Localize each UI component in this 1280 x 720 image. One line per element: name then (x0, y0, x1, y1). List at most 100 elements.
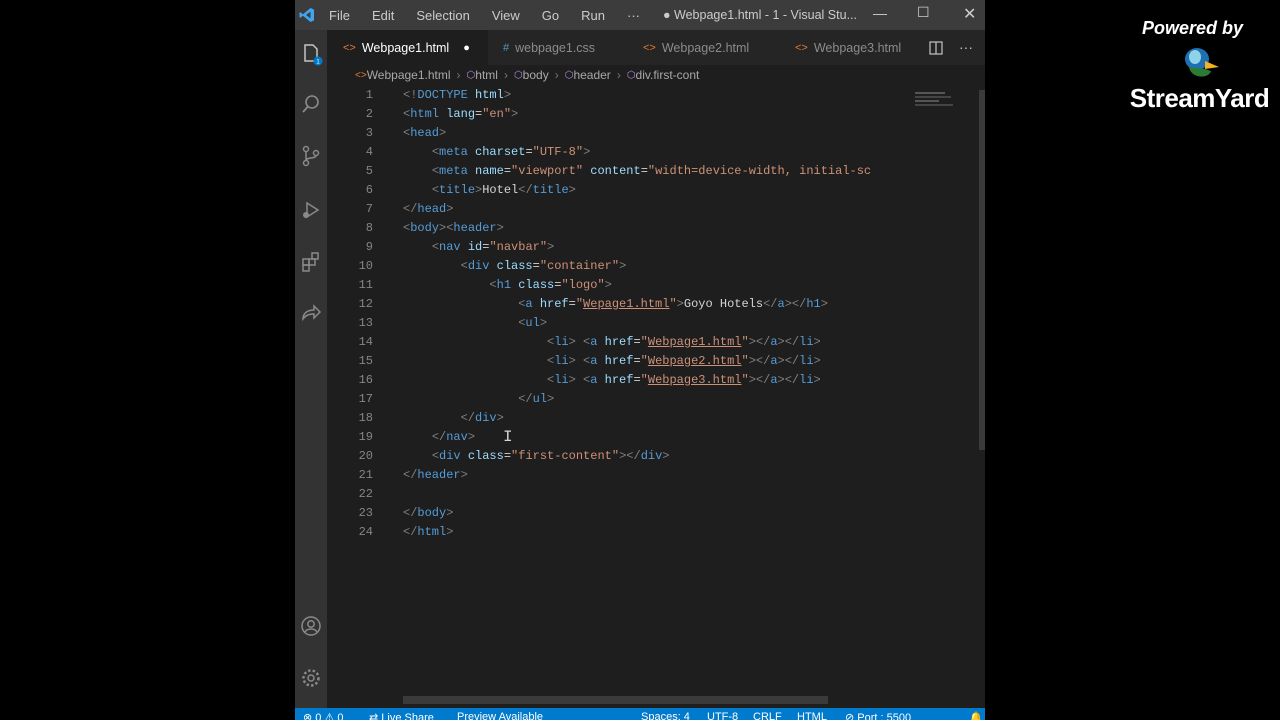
code-token: href (604, 354, 634, 368)
code-token: li (799, 373, 814, 387)
live-share-label: Live Share (381, 712, 434, 720)
notifications-bell-icon[interactable]: 🔔 (969, 711, 983, 720)
menu-item[interactable]: Go (542, 8, 559, 23)
code-token: "UTF-8" (532, 145, 584, 159)
code-token: id (467, 240, 483, 254)
indentation-status[interactable]: Spaces: 4 (641, 711, 690, 720)
more-actions-icon[interactable]: ··· (959, 39, 973, 55)
code-token: meta (439, 164, 468, 178)
code-token: ul (532, 392, 548, 406)
code-token: < (431, 449, 440, 463)
code-text: <li> <a href="Webpage2.html"></a></li> (403, 352, 821, 371)
code-text: <div class="first-content"></div> (403, 447, 670, 466)
code-token: < (489, 278, 497, 292)
menu-item[interactable]: Selection (416, 8, 469, 23)
code-token: </ (518, 183, 533, 197)
tab-webpage3-html[interactable]: <> Webpage3.html (795, 30, 901, 65)
split-editor-icon[interactable] (929, 41, 943, 55)
menu-overflow-icon[interactable]: ··· (627, 8, 640, 23)
maximize-icon[interactable]: ☐ (917, 4, 930, 21)
menu-item[interactable]: File (329, 8, 350, 23)
breadcrumb-item[interactable]: body (523, 68, 549, 82)
code-token: </ (518, 392, 533, 406)
unsaved-dot-icon[interactable]: ● (463, 42, 470, 54)
code-text: </body> (403, 504, 453, 523)
code-token: Goyo Hotels (683, 297, 764, 311)
code-text: <!DOCTYPE html> (403, 86, 511, 105)
mouse-ibeam-cursor: I (503, 428, 513, 446)
tab-webpage1-html[interactable]: <> Webpage1.html ● (327, 30, 488, 65)
vscode-logo-icon (299, 8, 314, 22)
horizontal-scrollbar[interactable] (403, 696, 828, 704)
breadcrumb-separator: › (456, 68, 461, 82)
minimap[interactable] (915, 90, 955, 120)
code-token: > (619, 259, 627, 273)
code-token: > (583, 145, 591, 159)
code-text: </ul> (403, 390, 554, 409)
code-token: </ (403, 525, 418, 539)
line-number: 15 (358, 354, 373, 368)
code-text: <div class="container"> (403, 257, 627, 276)
live-share-status[interactable]: ⇄ Live Share (369, 711, 434, 720)
live-share-icon[interactable] (299, 302, 323, 326)
menu-item[interactable]: Run (581, 8, 605, 23)
code-token: charset (475, 145, 526, 159)
code-editor[interactable]: 1 <!DOCTYPE html> 2 <html lang="en"> 3 <head>… (327, 86, 985, 706)
code-token: > (539, 316, 548, 330)
code-token: title (439, 183, 476, 197)
settings-gear-icon[interactable] (299, 666, 323, 690)
code-token: html (417, 525, 447, 539)
breadcrumb-item[interactable]: header (573, 68, 610, 82)
account-icon[interactable] (299, 614, 323, 638)
tab-webpage2-html[interactable]: <> Webpage2.html (643, 30, 749, 65)
html-file-icon: <> (643, 41, 656, 54)
line-number: 3 (365, 126, 373, 140)
breadcrumb-item[interactable]: Webpage1.html (367, 68, 451, 82)
encoding-status[interactable]: UTF-8 (707, 711, 738, 720)
code-token: ></ (777, 354, 800, 368)
language-mode-status[interactable]: HTML (797, 711, 827, 720)
run-debug-icon[interactable] (299, 198, 323, 222)
search-icon[interactable] (299, 92, 323, 116)
code-token: " (575, 297, 584, 311)
source-control-icon[interactable] (299, 144, 323, 168)
live-server-status[interactable]: ⊘ Port : 5500 (845, 711, 911, 720)
menu-item[interactable]: View (492, 8, 520, 23)
tab-webpage1-css[interactable]: # webpage1.css (503, 30, 595, 65)
code-token: </ (763, 297, 778, 311)
port-label: Port : 5500 (857, 712, 912, 720)
vertical-scrollbar[interactable] (979, 90, 985, 450)
code-token: < (460, 259, 468, 273)
code-token: href (604, 335, 634, 349)
line-number: 4 (365, 145, 373, 159)
close-icon[interactable]: ✕ (963, 4, 976, 24)
minimize-icon[interactable]: — (873, 5, 887, 21)
explorer-icon[interactable]: 1 (299, 42, 323, 66)
tab-label: webpage1.css (515, 40, 596, 55)
code-token: html (410, 107, 440, 121)
code-token: content (590, 164, 641, 178)
code-token: head (410, 126, 440, 140)
eol-status[interactable]: CRLF (753, 711, 782, 720)
code-token: "navbar" (489, 240, 548, 254)
code-token: ></ (619, 449, 641, 463)
code-token: body (417, 506, 447, 520)
preview-status[interactable]: Preview Available (457, 711, 543, 720)
code-token: " (669, 297, 677, 311)
problems-indicator[interactable]: ⊗ 0 ⚠ 0 (303, 711, 343, 720)
window-title: ● Webpage1.html - 1 - Visual Stu... (663, 8, 857, 22)
menu-item[interactable]: Edit (372, 8, 394, 23)
extensions-icon[interactable] (299, 250, 323, 274)
code-token: body (410, 221, 440, 235)
code-text: <meta charset="UTF-8"> (403, 143, 590, 162)
breadcrumb-item[interactable]: div.first-cont (636, 68, 700, 82)
breadcrumb-item[interactable]: html (475, 68, 498, 82)
